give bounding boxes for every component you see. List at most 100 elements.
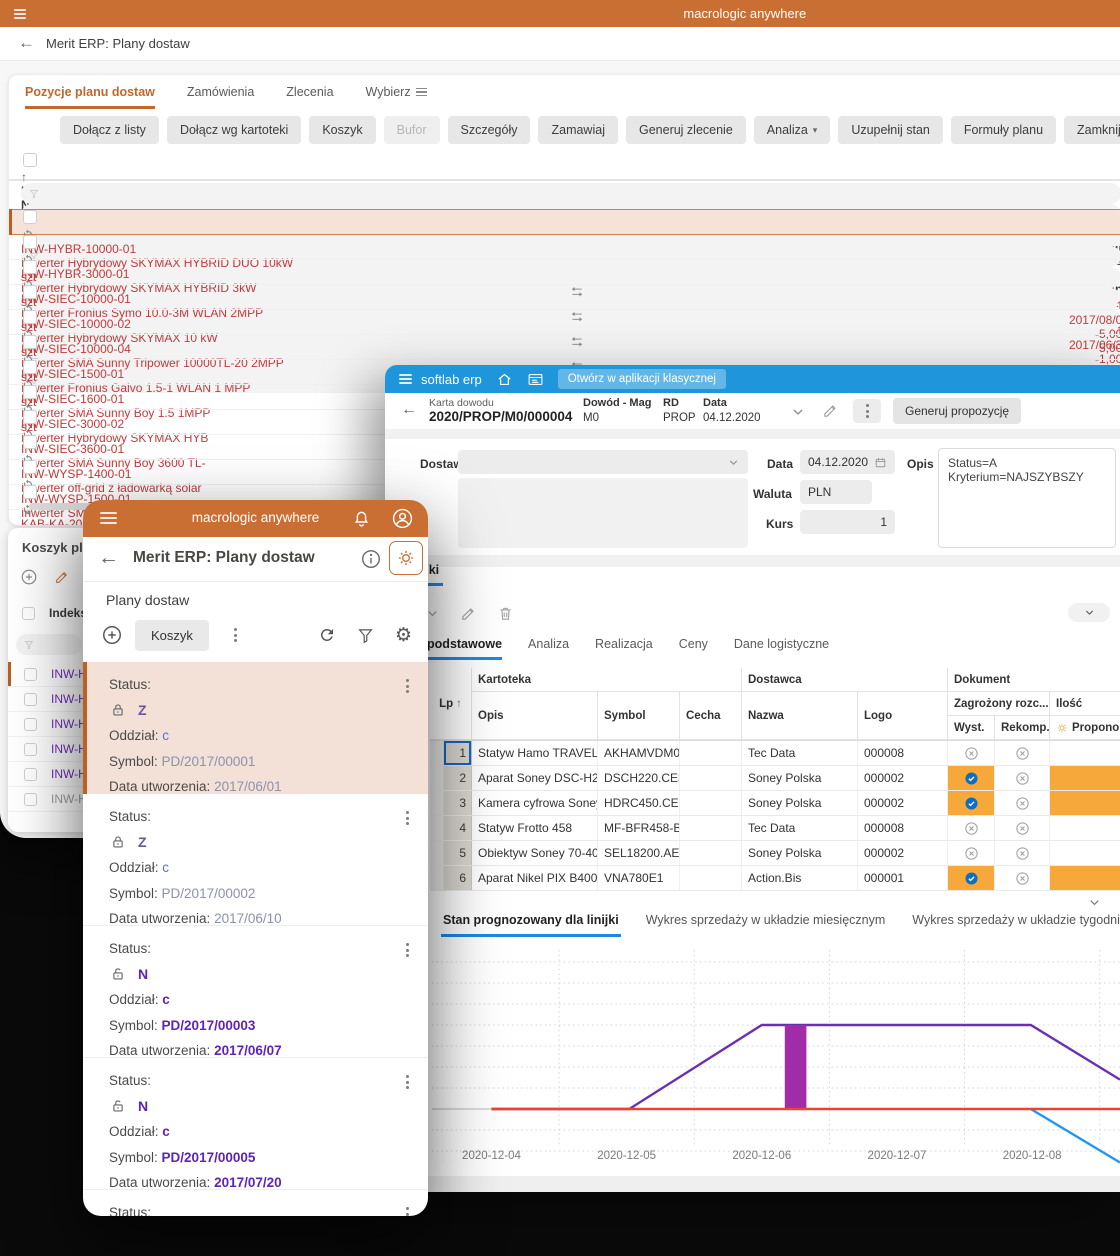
select-all-checkbox[interactable] [22, 607, 35, 620]
filter-indeks[interactable] [21, 183, 1120, 204]
col-ilosc[interactable]: Ilość [1050, 692, 1120, 716]
row-checkbox[interactable] [24, 768, 37, 781]
line-row[interactable]: 3 Kamera cyfrowa Soney HC-C450 HDRC450.C… [430, 791, 1120, 816]
account-person-icon[interactable] [391, 507, 414, 530]
toolbar-button[interactable]: Generuj zlecenie▾ [626, 116, 746, 144]
row-checkbox[interactable] [24, 743, 37, 756]
menu-hamburger-icon[interactable] [100, 512, 117, 524]
row-checkbox[interactable] [23, 410, 37, 424]
plan-tab[interactable]: Wybierz [366, 85, 427, 107]
row-checkbox[interactable] [23, 210, 37, 224]
line-row[interactable]: 6 Aparat Nikel PIX B400 VNA780E1 Action.… [430, 866, 1120, 891]
kurs-input[interactable]: 1 [800, 510, 895, 534]
row-checkbox[interactable] [23, 435, 37, 449]
toolbar-button[interactable]: Zamawiaj▾ [538, 116, 618, 144]
info-icon[interactable] [360, 548, 382, 570]
row-checkbox[interactable] [23, 310, 37, 324]
col-cecha[interactable]: Cecha [680, 692, 742, 740]
smart-assist-button[interactable] [389, 541, 423, 575]
col-symbol[interactable]: Symbol [598, 692, 680, 740]
edit-pencil-icon[interactable] [460, 605, 477, 622]
notifications-bell-icon[interactable] [351, 508, 372, 529]
detail-tab[interactable]: Realizacja [595, 637, 653, 660]
line-row[interactable]: 4 Statyw Frotto 458 MF-BFR458-BH Tec Dat… [430, 816, 1120, 841]
dostawca-select[interactable] [458, 450, 748, 474]
filter-indeks[interactable] [16, 634, 82, 655]
list-more-button[interactable] [221, 620, 251, 650]
plan-tab[interactable]: Zlecenia [286, 85, 333, 107]
waluta-input[interactable]: PLN [800, 480, 872, 504]
line-row[interactable]: 5 Obiektyw Soney 70-400 f/4-5.6 SEL18200… [430, 841, 1120, 866]
row-handle[interactable] [430, 741, 444, 765]
document-more-button[interactable] [853, 399, 881, 423]
plan-card[interactable]: Status: N Oddział: c Symbol: PD/2017/000… [83, 1058, 428, 1190]
plan-item-row[interactable]: INW-SIEC-10000-01 Inwerter Fronius Symo … [9, 260, 1120, 285]
settings-gear-icon[interactable]: ⚙ [395, 626, 412, 645]
menu-hamburger-icon[interactable] [399, 374, 412, 384]
col-wyst[interactable]: Wyst. [948, 716, 995, 740]
row-checkbox[interactable] [23, 260, 37, 274]
detail-tab[interactable]: Ceny [679, 637, 708, 660]
sort-arrow-icon[interactable]: ↑ [21, 170, 1120, 184]
add-icon[interactable] [20, 568, 38, 586]
plan-item-row[interactable]: INW-SIEC-10000-04 Inwerter SMA Sunny Tri… [9, 310, 1120, 335]
plan-tab[interactable]: Pozycje planu dostaw [25, 85, 155, 107]
col-zagrozony[interactable]: Zagrożony rozc... [948, 692, 1050, 716]
card-menu-button[interactable] [399, 809, 415, 827]
card-menu-button[interactable] [399, 941, 415, 959]
row-checkbox[interactable] [23, 335, 37, 349]
collapse-section-button[interactable] [1068, 603, 1110, 622]
toolbar-button[interactable]: Zamknij▾ [1064, 116, 1120, 144]
row-handle[interactable] [430, 866, 444, 890]
chevron-down-icon[interactable] [1087, 895, 1102, 910]
row-checkbox[interactable] [24, 668, 37, 681]
add-icon[interactable] [101, 624, 123, 646]
back-arrow-icon[interactable]: ← [98, 546, 119, 570]
edit-pencil-icon[interactable] [54, 569, 70, 585]
row-checkbox[interactable] [23, 485, 37, 499]
back-arrow-icon[interactable]: ← [401, 401, 417, 419]
line-row[interactable]: 1 Statyw Hamo TRAVEL 163 AKHAMVDM00 Tec … [430, 741, 1120, 766]
open-classic-app-button[interactable]: Otwórz w aplikacji klasycznej [558, 369, 726, 389]
toolbar-button[interactable]: Koszyk▾ [309, 116, 375, 144]
col-propono[interactable]: Propono... [1050, 716, 1120, 740]
row-handle[interactable] [430, 766, 444, 790]
col-lp[interactable]: Lp↑ [430, 668, 472, 740]
chart-tab[interactable]: Stan prognozowany dla linijki [443, 913, 619, 937]
plan-item-row[interactable]: INW-SIEC-10000-02 Inwerter Hybrydowy SKY… [9, 285, 1120, 310]
detail-tab[interactable]: Dane logistyczne [734, 637, 829, 660]
toolbar-button[interactable]: Szczegóły▾ [448, 116, 531, 144]
chevron-down-icon[interactable] [790, 404, 806, 420]
row-checkbox[interactable] [24, 718, 37, 731]
chart-tab[interactable]: Wykres sprzedaży w układzie miesięcznym [646, 913, 886, 937]
card-menu-button[interactable] [399, 1205, 415, 1216]
row-checkbox[interactable] [23, 460, 37, 474]
plan-card[interactable]: Status: Z Oddział: c Symbol: PD/2017/000… [83, 662, 428, 794]
row-checkbox[interactable] [23, 285, 37, 299]
line-row[interactable]: 2 Aparat Soney DSC-H220 DSCH220.CE3 Sone… [430, 766, 1120, 791]
refresh-icon[interactable] [318, 626, 336, 644]
row-checkbox[interactable] [24, 793, 37, 806]
select-all-checkbox[interactable] [23, 153, 37, 167]
toolbar-button[interactable]: Formuły planu▾ [951, 116, 1056, 144]
plan-card[interactable]: Status: [83, 1190, 428, 1214]
col-rekomp[interactable]: Rekomp. [995, 716, 1050, 740]
toolbar-button[interactable]: Dołącz z listy▾ [60, 116, 159, 144]
data-input[interactable]: 04.12.2020 [800, 450, 895, 474]
plan-card[interactable]: Status: Z Oddział: c Symbol: PD/2017/000… [83, 794, 428, 926]
col-nazwa[interactable]: Nazwa [742, 692, 858, 740]
plan-item-row[interactable]: INW-HYBR-10000-01 Inwerter Hybrydowy SKY… [9, 209, 1120, 235]
row-checkbox[interactable] [24, 693, 37, 706]
dostawca-details-textarea[interactable] [458, 478, 748, 548]
row-checkbox[interactable] [23, 385, 37, 399]
calendar-icon[interactable] [874, 456, 887, 469]
koszyk-button[interactable]: Koszyk [135, 620, 209, 651]
filter-funnel-icon[interactable] [357, 626, 374, 644]
generate-proposal-button[interactable]: Generuj propozycję [893, 398, 1021, 424]
menu-hamburger-icon[interactable] [14, 9, 26, 19]
card-menu-button[interactable] [399, 1073, 415, 1091]
plan-item-row[interactable]: INW-SIEC-1500-01 Inwerter Fronius Galvo … [9, 335, 1120, 360]
col-opis[interactable]: Opis [472, 692, 598, 740]
row-handle[interactable] [430, 816, 444, 840]
edit-pencil-icon[interactable] [822, 402, 839, 419]
